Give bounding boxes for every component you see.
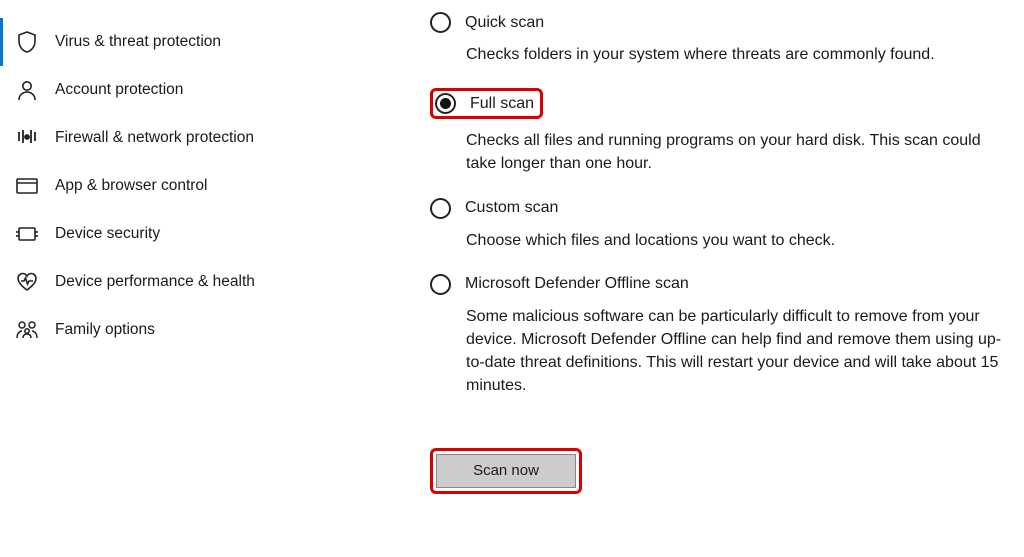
- sidebar-item-device-security[interactable]: Device security: [0, 210, 385, 258]
- highlight-full-scan: Full scan: [430, 88, 543, 119]
- option-desc: Checks all files and running programs on…: [466, 129, 1014, 175]
- sidebar-item-label: Virus & threat protection: [55, 33, 221, 51]
- sidebar-item-label: Firewall & network protection: [55, 129, 254, 147]
- scan-option-full: Full scan Checks all files and running p…: [430, 88, 1014, 175]
- network-icon: [11, 129, 43, 147]
- scan-option-quick: Quick scan Checks folders in your system…: [430, 12, 1014, 66]
- option-title: Full scan: [470, 95, 534, 113]
- heart-icon: [11, 272, 43, 292]
- scan-options-panel: Quick scan Checks folders in your system…: [385, 0, 1024, 557]
- person-icon: [11, 79, 43, 101]
- sidebar-item-label: App & browser control: [55, 177, 208, 195]
- scan-option-custom: Custom scan Choose which files and locat…: [430, 198, 1014, 252]
- radio-custom-scan[interactable]: [430, 198, 451, 219]
- option-desc: Choose which files and locations you wan…: [466, 229, 1014, 252]
- sidebar-item-app-browser-control[interactable]: App & browser control: [0, 162, 385, 210]
- option-title: Quick scan: [465, 14, 544, 32]
- sidebar-item-label: Device performance & health: [55, 273, 255, 291]
- highlight-scan-now: Scan now: [430, 448, 582, 494]
- scan-option-offline: Microsoft Defender Offline scan Some mal…: [430, 274, 1014, 398]
- sidebar-item-label: Family options: [55, 321, 155, 339]
- option-title: Microsoft Defender Offline scan: [465, 275, 689, 293]
- sidebar-item-account-protection[interactable]: Account protection: [0, 66, 385, 114]
- option-title: Custom scan: [465, 199, 558, 217]
- shield-icon: [11, 31, 43, 53]
- sidebar-item-virus-threat-protection[interactable]: Virus & threat protection: [0, 18, 385, 66]
- option-desc: Some malicious software can be particula…: [466, 305, 1014, 398]
- sidebar-item-family-options[interactable]: Family options: [0, 306, 385, 354]
- chip-icon: [11, 225, 43, 243]
- sidebar-item-label: Account protection: [55, 81, 183, 99]
- family-icon: [11, 320, 43, 340]
- sidebar: Virus & threat protection Account protec…: [0, 0, 385, 557]
- sidebar-item-device-performance[interactable]: Device performance & health: [0, 258, 385, 306]
- scan-now-button[interactable]: Scan now: [436, 454, 576, 488]
- browser-icon: [11, 177, 43, 195]
- sidebar-item-label: Device security: [55, 225, 160, 243]
- radio-full-scan[interactable]: [435, 93, 456, 114]
- radio-quick-scan[interactable]: [430, 12, 451, 33]
- sidebar-item-firewall-network[interactable]: Firewall & network protection: [0, 114, 385, 162]
- option-desc: Checks folders in your system where thre…: [466, 43, 1014, 66]
- radio-offline-scan[interactable]: [430, 274, 451, 295]
